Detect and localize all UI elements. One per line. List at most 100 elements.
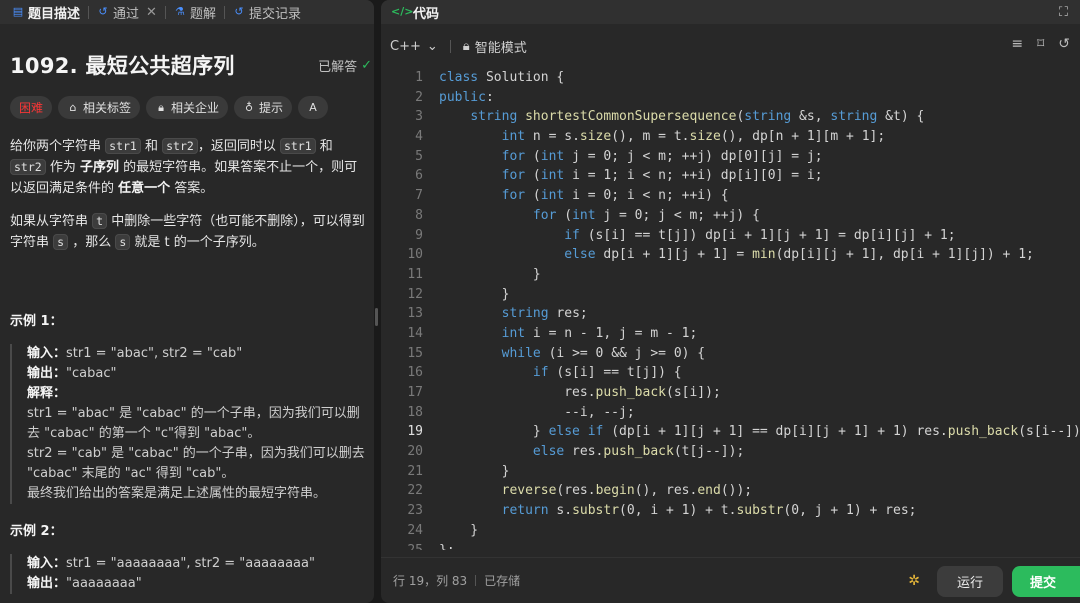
debug-icon[interactable]: ✲: [908, 573, 920, 589]
code-line[interactable]: 8 for (int j = 0; j < m; ++j) {: [381, 206, 1080, 226]
code-text: res.push_back(s[i]);: [439, 385, 721, 400]
line-number: 9: [415, 227, 423, 243]
code-line[interactable]: 20 else res.push_back(t[j--]);: [381, 442, 1080, 462]
lock-icon: 🔒︎: [158, 100, 164, 114]
code-icon: </>: [391, 5, 414, 18]
bold-text: 子序列: [79, 160, 119, 175]
line-number: 25: [407, 542, 423, 551]
format-icon[interactable]: ≡: [1011, 36, 1023, 52]
line-number: 11: [407, 266, 423, 282]
difficulty-badge: 困难: [10, 96, 53, 119]
line-number: 18: [407, 404, 423, 420]
code-editor[interactable]: 1 class Solution {2 public: 3 string shorte…: [381, 68, 1080, 550]
code-text: }: [439, 463, 510, 479]
line-number: 5: [415, 148, 423, 164]
code-text: };: [439, 542, 455, 551]
toolbar-divider: [449, 39, 451, 53]
code-text: else dp[i + 1][j + 1] = min(dp[i][j + 1]…: [564, 247, 1034, 263]
language-select[interactable]: C++ ⌄: [390, 39, 438, 54]
problem-tags: 困难 ⌂ 相关标签 🔒︎ 相关企业 ♁ 提示 A: [10, 96, 329, 119]
code-text: if (s[i] == t[j]) {: [532, 365, 682, 381]
check-circle-icon: ✓: [361, 57, 372, 73]
cursor-position: 行 19，列 83: [393, 574, 468, 588]
desc-text: 作为: [45, 160, 80, 175]
example-1-input: 输入：str1 = "abac", str2 = "cab": [27, 344, 372, 364]
tab-passed[interactable]: ↺ 通过 ✕: [91, 0, 163, 24]
inline-code: s: [53, 234, 69, 250]
desc-text: ，那么: [68, 235, 116, 250]
tab-description[interactable]: ▤ 题目描述: [6, 0, 86, 24]
code-panel: </> 代码 ⛶ C++ ⌄ 🔒︎ 智能模式 ≡ ⌑ ↺ 1 class Solu…: [381, 0, 1080, 603]
code-line[interactable]: 23 return s.substr(0, i + 1) + t.substr(…: [381, 501, 1080, 521]
problem-title-row: 1092. 最短公共超序列 已解答 ✓: [10, 50, 372, 80]
code-line[interactable]: 12 }: [381, 285, 1080, 305]
code-line[interactable]: 2 public:: [381, 88, 1080, 108]
problem-title[interactable]: 1092. 最短公共超序列: [10, 50, 235, 80]
code-line[interactable]: 11 }: [381, 265, 1080, 285]
code-line[interactable]: 22 reverse(res.begin(), res.end());: [381, 481, 1080, 501]
inline-code: s: [115, 234, 131, 250]
bookmark-icon[interactable]: ⌑: [1037, 36, 1044, 52]
document-icon: ▤: [12, 5, 24, 18]
maximize-icon[interactable]: ⛶: [1059, 5, 1068, 20]
line-number: 2: [415, 89, 423, 105]
code-line[interactable]: 7 for (int i = 0; i < n; ++i) {: [381, 186, 1080, 206]
line-number: 22: [407, 483, 423, 499]
code-line[interactable]: 4 int n = s.size(), m = t.size(), dp[n +…: [381, 127, 1080, 147]
line-number: 24: [407, 522, 423, 538]
smart-mode-toggle[interactable]: 🔒︎ 智能模式: [463, 37, 527, 56]
code-line[interactable]: 16 if (s[i] == t[j]) {: [381, 363, 1080, 383]
translate-icon: A: [309, 100, 317, 114]
code-line[interactable]: 18 --i, --j;: [381, 403, 1080, 423]
hint-button[interactable]: ♁ 提示: [234, 96, 293, 119]
reset-icon[interactable]: ↺: [1058, 36, 1070, 52]
flask-icon: ⚗: [175, 5, 185, 18]
left-tabbar: ▤ 题目描述 ↺ 通过 ✕ ⚗ 题解 ↺ 提交记录: [0, 0, 374, 24]
language-label: C++: [390, 38, 421, 54]
code-text: return s.substr(0, i + 1) + t.substr(0, …: [501, 503, 917, 519]
lock-icon: 🔒︎: [462, 38, 470, 54]
code-text: }: [439, 286, 510, 302]
code-line[interactable]: 5 for (int j = 0; j < m; ++j) dp[0][j] =…: [381, 147, 1080, 167]
code-line[interactable]: 14 int i = n - 1, j = m - 1;: [381, 324, 1080, 344]
smart-mode-label: 智能模式: [474, 40, 527, 56]
line-number: 20: [407, 444, 423, 460]
tab-submissions[interactable]: ↺ 提交记录: [227, 0, 307, 24]
related-companies-button[interactable]: 🔒︎ 相关企业: [146, 96, 229, 119]
code-line[interactable]: 24 }: [381, 521, 1080, 541]
tab-solutions[interactable]: ⚗ 题解: [168, 0, 222, 24]
code-line[interactable]: 13 string res;: [381, 304, 1080, 324]
description-paragraph-2: 如果从字符串 t 中删除一些字符（也可能不删除），可以得到字符串 s ，那么 s…: [10, 211, 370, 253]
explain-line: str1 = "abac" 是 "cabac" 的一个子串，因为我们可以删去 "…: [27, 406, 360, 441]
history-icon: ↺: [234, 5, 244, 18]
input-label: 输入：: [27, 556, 67, 571]
history-icon: ↺: [98, 5, 108, 18]
bold-text: 任意一个: [118, 181, 171, 196]
related-tags-label: 相关标签: [83, 101, 132, 115]
code-text: int n = s.size(), m = t.size(), dp[n + 1…: [501, 129, 886, 145]
code-line[interactable]: 9 if (s[i] == t[j]) dp[i + 1][j + 1] = d…: [381, 226, 1080, 246]
run-button[interactable]: 运行: [937, 566, 1003, 597]
code-line[interactable]: 1 class Solution {: [381, 68, 1080, 88]
code-line[interactable]: 17 res.push_back(s[i]);: [381, 383, 1080, 403]
submit-button[interactable]: 提交: [1012, 566, 1080, 597]
tab-divider: [223, 5, 225, 19]
code-line[interactable]: 21 }: [381, 462, 1080, 482]
close-icon[interactable]: ✕: [146, 5, 157, 20]
solved-status: 已解答 ✓: [318, 56, 372, 75]
desc-text: 就是 t 的一个子序列。: [130, 235, 265, 250]
code-line[interactable]: 19 } else if (dp[i + 1][j + 1] == dp[i][…: [381, 422, 1080, 442]
desc-text: 和: [140, 139, 163, 154]
translate-button[interactable]: A: [298, 96, 329, 119]
code-text: string shortestCommonSupersequence(strin…: [470, 109, 925, 125]
code-line[interactable]: 15 while (i >= 0 && j >= 0) {: [381, 344, 1080, 364]
panel-resize-handle[interactable]: [375, 308, 378, 326]
related-tags-button[interactable]: ⌂ 相关标签: [58, 96, 141, 119]
code-line[interactable]: 6 for (int i = 1; i < n; ++i) dp[i][0] =…: [381, 166, 1080, 186]
line-number: 13: [407, 306, 423, 322]
code-line[interactable]: 3 string shortestCommonSupersequence(str…: [381, 107, 1080, 127]
inline-code: t: [92, 213, 108, 229]
code-line[interactable]: 10 else dp[i + 1][j + 1] = min(dp[i][j +…: [381, 245, 1080, 265]
code-text: int i = n - 1, j = m - 1;: [501, 325, 698, 341]
code-line[interactable]: 25};: [381, 541, 1080, 551]
